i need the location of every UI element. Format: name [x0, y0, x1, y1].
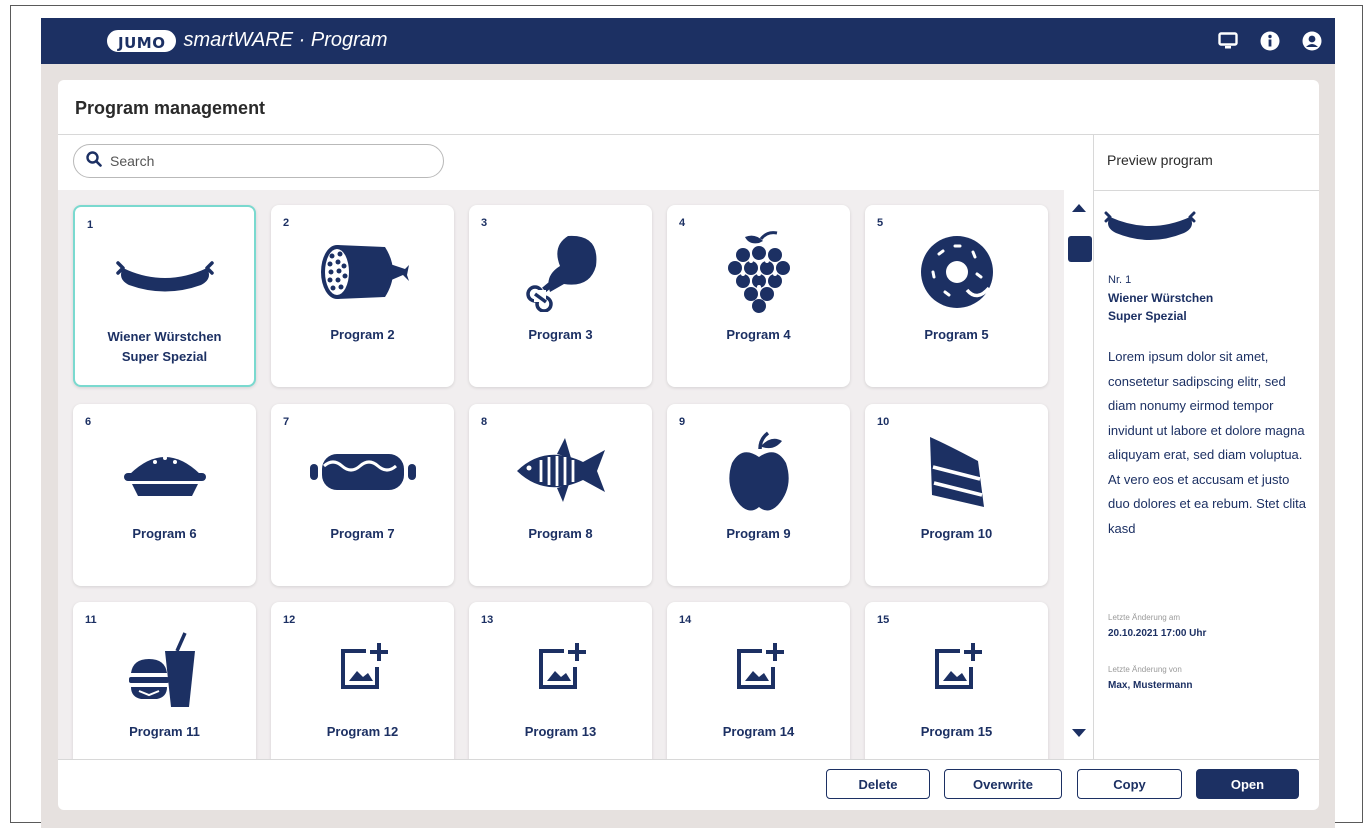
program-number: 7	[283, 416, 290, 428]
scroll-down-arrow[interactable]	[1072, 729, 1086, 737]
hotdog-icon	[271, 430, 454, 512]
add-image-icon	[865, 628, 1048, 710]
program-label: Program 7	[330, 526, 395, 541]
program-number: 10	[877, 416, 890, 428]
program-label: Program 4	[726, 327, 791, 342]
program-tile-13[interactable]: 13 Program 13	[469, 602, 652, 759]
program-label: Program 9	[726, 526, 791, 541]
program-number: 4	[679, 217, 686, 229]
top-bar: JUMO smartWARE · Program	[41, 18, 1335, 64]
app-logo: JUMO smartWARE · Program	[107, 29, 388, 52]
program-tile-3[interactable]: 3 Program 3	[469, 205, 652, 387]
chicken-leg-icon	[469, 231, 652, 313]
program-label: Program 10	[920, 526, 993, 541]
program-number: 3	[481, 217, 488, 229]
program-label: Wiener Würstchen Super Spezial	[107, 329, 222, 364]
pie-icon	[73, 430, 256, 512]
add-image-icon	[271, 628, 454, 710]
program-label: Program 5	[924, 327, 989, 342]
overwrite-button[interactable]: Overwrite	[944, 769, 1062, 799]
footer-divider	[58, 759, 1319, 760]
program-tile-4[interactable]: 4 Program 4	[667, 205, 850, 387]
program-label: Program 8	[528, 526, 593, 541]
changed-at-label: Letzte Änderung am	[1108, 613, 1181, 622]
program-grid: 1 Wiener Würstchen Super Spezial 2 Program …	[58, 190, 1064, 759]
scroll-thumb[interactable]	[1068, 236, 1092, 262]
top-icons	[1217, 30, 1323, 52]
preview-description: Lorem ipsum dolor sit amet, consetetur s…	[1108, 349, 1307, 536]
program-tile-2[interactable]: 2 Program 2	[271, 205, 454, 387]
program-number: 14	[679, 614, 692, 626]
grid-scrollbar[interactable]	[1064, 190, 1093, 759]
page-title: Program management	[75, 98, 266, 118]
program-label: Program 3	[528, 327, 593, 342]
search-bar[interactable]	[73, 144, 444, 178]
logo-product: smartWARE · Program	[183, 29, 388, 51]
program-label: Program 12	[326, 724, 399, 739]
changed-at-value: 20.10.2021 17:00 Uhr	[1108, 628, 1207, 639]
fish-icon	[469, 430, 652, 512]
program-label: Program 2	[330, 327, 395, 342]
program-label: Program 13	[524, 724, 597, 739]
apple-icon	[667, 430, 850, 512]
preview-header: Preview program	[1107, 152, 1213, 168]
app-window: JUMO smartWARE · Program Program managem…	[41, 18, 1335, 828]
fastfood-icon	[73, 628, 256, 710]
program-tile-11[interactable]: 11 Program 11	[73, 602, 256, 759]
program-number: 13	[481, 614, 494, 626]
copy-button[interactable]: Copy	[1077, 769, 1182, 799]
program-tile-7[interactable]: 7 Program 7	[271, 404, 454, 586]
program-tile-12[interactable]: 12 Program 12	[271, 602, 454, 759]
program-number: 6	[85, 416, 92, 428]
info-icon[interactable]	[1259, 30, 1281, 52]
program-number: 9	[679, 416, 686, 428]
program-label: Program 15	[920, 724, 993, 739]
search-input[interactable]	[110, 153, 410, 169]
add-image-icon	[667, 628, 850, 710]
scroll-up-arrow[interactable]	[1072, 204, 1086, 212]
preview-program-name: Wiener Würstchen Super Spezial	[1108, 291, 1214, 323]
logo-brand: JUMO	[107, 29, 177, 52]
program-tile-5[interactable]: 5 Program 5	[865, 205, 1048, 387]
sausage-icon	[75, 233, 254, 315]
program-tile-8[interactable]: 8 Program 8	[469, 404, 652, 586]
program-number: 1	[87, 219, 94, 231]
cake-icon	[865, 430, 1048, 512]
changed-by-label: Letzte Änderung von	[1108, 665, 1182, 674]
program-tile-14[interactable]: 14 Program 14	[667, 602, 850, 759]
program-number: 2	[283, 217, 290, 229]
user-icon[interactable]	[1301, 30, 1323, 52]
program-tile-10[interactable]: 10 Program 10	[865, 404, 1048, 586]
program-number: 11	[85, 614, 97, 626]
program-number: 15	[877, 614, 890, 626]
grapes-icon	[667, 231, 850, 313]
search-icon	[86, 151, 102, 171]
changed-by-value: Max, Mustermann	[1108, 680, 1193, 691]
open-button[interactable]: Open	[1196, 769, 1299, 799]
program-number: 8	[481, 416, 488, 428]
preview-number: Nr. 1	[1108, 274, 1132, 286]
program-tile-9[interactable]: 9 Program 9	[667, 404, 850, 586]
donut-icon	[865, 231, 1048, 313]
program-tile-6[interactable]: 6 Program 6	[73, 404, 256, 586]
delete-button[interactable]: Delete	[826, 769, 930, 799]
program-label: Program 6	[132, 526, 197, 541]
program-tile-15[interactable]: 15 Program 15	[865, 602, 1048, 759]
program-number: 5	[877, 217, 884, 229]
program-label: Program 11	[129, 724, 200, 739]
add-image-icon	[469, 628, 652, 710]
monitor-icon[interactable]	[1217, 30, 1239, 52]
preview-pane: Nr. 1 Wiener Würstchen Super Spezial Lor…	[1094, 191, 1319, 759]
program-management-panel: Program management Preview program 1 Wien…	[58, 80, 1319, 810]
program-number: 12	[283, 614, 296, 626]
program-label: Program 14	[722, 724, 795, 739]
header-divider	[58, 134, 1319, 135]
sausage-icon	[1104, 203, 1196, 247]
salami-icon	[271, 231, 454, 313]
program-tile-1[interactable]: 1 Wiener Würstchen Super Spezial	[73, 205, 256, 387]
